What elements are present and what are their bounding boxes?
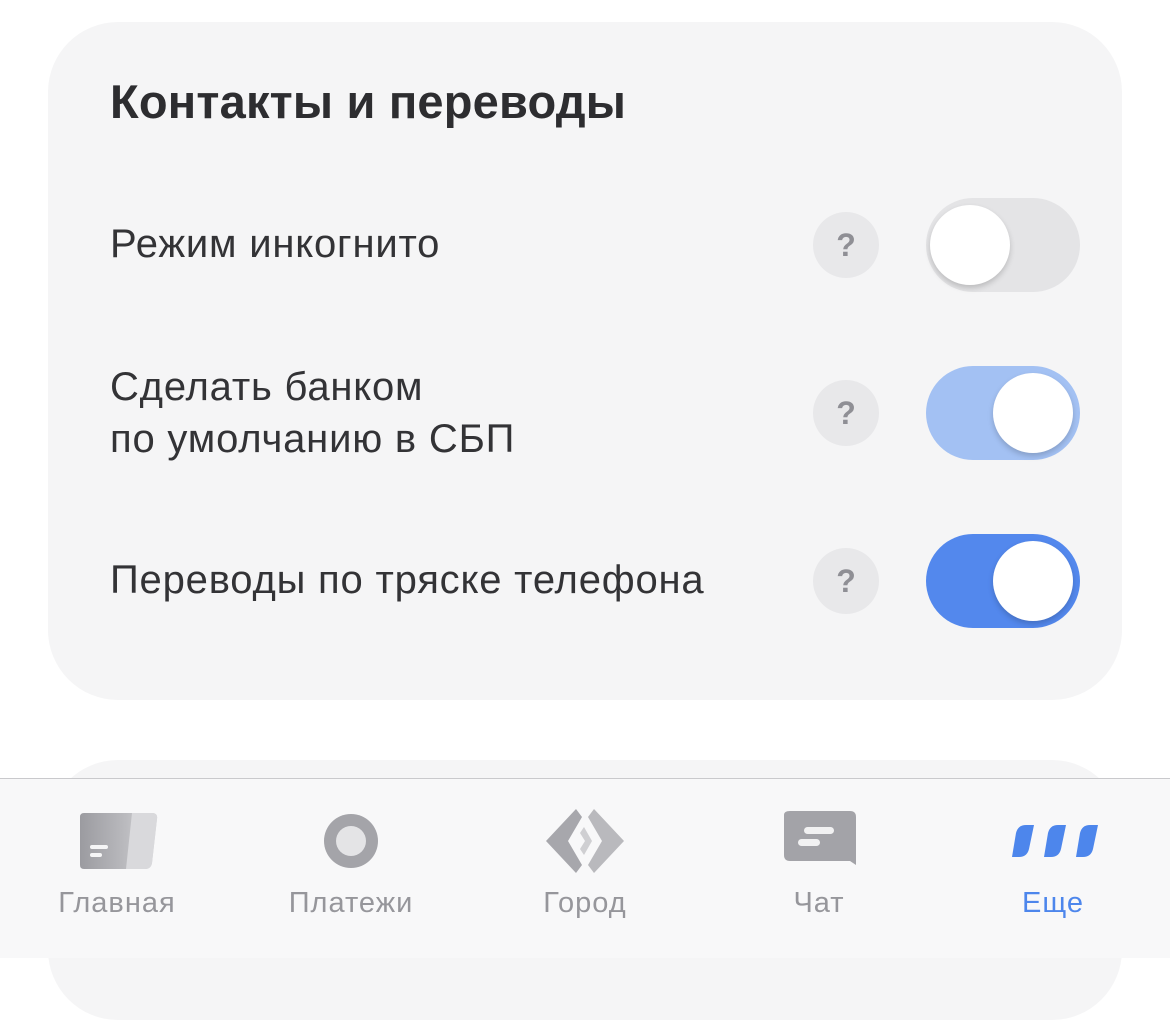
tab-label: Чат	[793, 887, 845, 919]
contacts-transfers-card: Контакты и переводы Режим инкогнито ? Сд…	[48, 22, 1122, 700]
card-icon	[80, 813, 158, 869]
tab-city[interactable]: Город	[468, 779, 702, 958]
help-icon[interactable]: ?	[813, 548, 879, 614]
diamond-logo-icon	[546, 809, 624, 873]
toggle-knob	[993, 373, 1073, 453]
tab-label: Главная	[58, 887, 176, 919]
row-label: Переводы по тряске телефона	[110, 558, 705, 602]
tab-payments[interactable]: Платежи	[234, 779, 468, 958]
tab-more[interactable]: Еще	[936, 779, 1170, 958]
tab-label: Город	[543, 887, 627, 919]
section-title: Контакты и переводы	[110, 75, 627, 128]
incognito-toggle[interactable]	[926, 198, 1080, 292]
tab-chat[interactable]: Чат	[702, 779, 936, 958]
default-bank-toggle[interactable]	[926, 366, 1080, 460]
row-label: Сделать банком по умолчанию в СБП	[110, 365, 516, 461]
help-icon[interactable]: ?	[813, 380, 879, 446]
toggle-knob	[993, 541, 1073, 621]
tab-home[interactable]: Главная	[0, 779, 234, 958]
tab-label: Еще	[1021, 887, 1084, 919]
chat-bubble-icon	[784, 811, 856, 865]
bottom-tab-bar: Главная Платежи Город Чат Еще	[0, 778, 1170, 958]
row-label: Режим инкогнито	[110, 222, 441, 266]
help-icon[interactable]: ?	[813, 212, 879, 278]
shake-transfers-toggle[interactable]	[926, 534, 1080, 628]
toggle-knob	[930, 205, 1010, 285]
tab-label: Платежи	[288, 887, 414, 919]
circle-icon	[324, 814, 378, 868]
more-dots-icon	[1012, 825, 1098, 857]
